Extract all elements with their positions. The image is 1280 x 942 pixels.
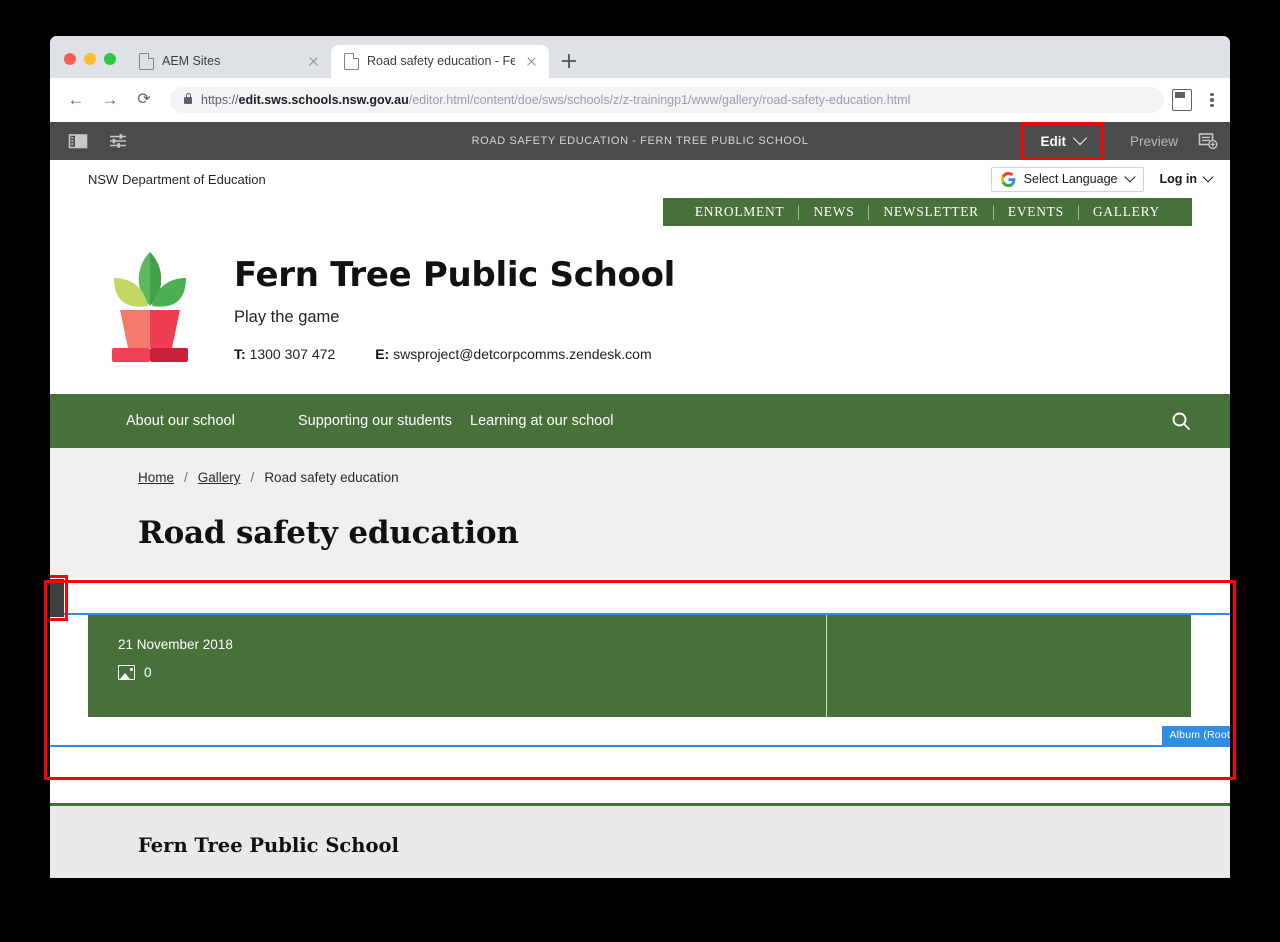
album-badge-row: Album (Root — [88, 717, 1230, 745]
image-icon — [118, 665, 135, 680]
album-count-value: 0 — [144, 665, 152, 680]
maximize-window-button[interactable] — [104, 53, 116, 65]
school-name: Fern Tree Public School — [234, 255, 675, 295]
school-identity: Fern Tree Public School Play the game T:… — [234, 248, 675, 362]
screenshot-root: AEM Sites Road safety education - Fern T… — [0, 0, 1280, 942]
chrome-menu-icon[interactable] — [1204, 90, 1220, 110]
chevron-down-icon — [1123, 171, 1136, 183]
address-bar[interactable]: https://edit.sws.schools.nsw.gov.au/edit… — [170, 87, 1164, 113]
configure-component-button[interactable] — [50, 579, 64, 617]
edit-mode-highlight: Edit — [1021, 122, 1104, 160]
close-window-button[interactable] — [64, 53, 76, 65]
aem-toolbar-left — [50, 131, 128, 151]
forward-button[interactable]: → — [96, 86, 124, 114]
reload-button[interactable]: ⟳ — [130, 86, 158, 114]
nav-item-supporting-our-students[interactable]: Supporting our students — [298, 413, 470, 430]
school-header: Fern Tree Public School Play the game T:… — [50, 226, 1230, 394]
album-tile-primary[interactable]: 21 November 2018 0 — [88, 615, 826, 717]
nav-item-learning-at-our-school[interactable]: Learning at our school — [470, 413, 642, 430]
breadcrumb-item-home[interactable]: Home — [138, 470, 174, 485]
extension-icon[interactable] — [1172, 89, 1192, 111]
breadcrumb: Home / Gallery / Road safety education — [138, 470, 1192, 485]
album-date: 21 November 2018 — [118, 637, 233, 652]
select-language-label: Select Language — [1023, 172, 1118, 186]
browser-tab-road-safety[interactable]: Road safety education - Fern T — [331, 45, 549, 78]
util-nav-item-news[interactable]: NEWS — [799, 204, 868, 220]
album-image-count: 0 — [118, 665, 826, 680]
util-nav-item-gallery[interactable]: GALLERY — [1079, 204, 1174, 220]
album-tile-secondary[interactable] — [826, 615, 1191, 717]
department-bar-right: Select Language Log in — [990, 166, 1214, 192]
chevron-down-icon — [1072, 131, 1088, 146]
component-name-badge: Album (Root — [1162, 726, 1230, 745]
school-tagline: Play the game — [234, 308, 340, 327]
email-label: E: — [375, 346, 390, 363]
email-value: swsproject@detcorpcomms.zendesk.com — [393, 346, 652, 363]
preview-button[interactable]: Preview — [1114, 134, 1194, 149]
tab-title: AEM Sites — [162, 54, 221, 68]
page-properties-icon[interactable] — [1198, 132, 1218, 150]
google-icon — [1000, 171, 1016, 187]
edit-mode-label: Edit — [1040, 133, 1066, 149]
browser-tab-strip: AEM Sites Road safety education - Fern T — [50, 36, 1230, 78]
new-tab-button[interactable] — [555, 47, 583, 75]
login-label: Log in — [1159, 172, 1198, 186]
page-icon — [344, 52, 360, 70]
school-logo-icon — [102, 248, 198, 366]
lock-icon — [184, 92, 192, 104]
minimize-window-button[interactable] — [84, 53, 96, 65]
url-scheme: https:// — [201, 93, 239, 107]
close-icon[interactable] — [305, 54, 321, 70]
department-label: NSW Department of Education — [88, 171, 266, 187]
school-contact: T: 1300 307 472 E: swsproject@detcorpcom… — [234, 346, 675, 362]
site-content: NSW Department of Education Select Langu… — [50, 160, 1230, 878]
close-icon[interactable] — [523, 54, 539, 70]
breadcrumb-separator: / — [250, 470, 255, 485]
album-component-zone: 21 November 2018 0 Album (Root — [50, 575, 1230, 781]
url-path: /editor.html/content/doe/sws/schools/z/z… — [408, 93, 911, 107]
back-button[interactable]: ← — [62, 86, 90, 114]
department-bar: NSW Department of Education Select Langu… — [50, 160, 1230, 198]
phone-label: T: — [234, 346, 246, 363]
album-component[interactable]: 21 November 2018 0 Album (Root — [50, 575, 1230, 747]
aem-editor-toolbar: ROAD SAFETY EDUCATION - FERN TREE PUBLIC… — [50, 122, 1230, 160]
footer-spacer — [50, 781, 1230, 803]
breadcrumb-separator: / — [184, 470, 188, 485]
browser-toolbar: ← → ⟳ https://edit.sws.schools.nsw.gov.a… — [50, 78, 1230, 122]
page-title: Road safety education — [138, 515, 519, 551]
utility-nav-wrapper: ENROLMENT NEWS NEWSLETTER EVENTS GALLERY — [50, 198, 1230, 226]
url-host: edit.sws.schools.nsw.gov.au — [238, 93, 409, 107]
util-nav-item-enrolment[interactable]: ENROLMENT — [681, 204, 799, 220]
util-nav-item-newsletter[interactable]: NEWSLETTER — [869, 204, 992, 220]
footer-school-name: Fern Tree Public School — [138, 834, 399, 857]
main-navigation: About our school Supporting our students… — [50, 394, 1230, 448]
nav-item-about-our-school[interactable]: About our school — [126, 413, 298, 430]
browser-tab-aem-sites[interactable]: AEM Sites — [126, 45, 331, 78]
tab-title: Road safety education - Fern T — [367, 54, 515, 68]
chevron-down-icon — [1202, 171, 1214, 183]
select-language-dropdown[interactable]: Select Language — [990, 166, 1144, 192]
edit-mode-button[interactable]: Edit — [1024, 125, 1101, 157]
sidebar-panel-icon[interactable] — [68, 131, 88, 151]
breadcrumb-band: Home / Gallery / Road safety education R… — [50, 448, 1230, 577]
album-bottom-spacer — [50, 747, 1230, 781]
window-traffic-lights — [50, 53, 126, 78]
aem-toolbar-right: Edit Preview — [1021, 122, 1230, 160]
breadcrumb-item-current: Road safety education — [264, 470, 399, 485]
util-nav-item-events[interactable]: EVENTS — [994, 204, 1078, 220]
login-menu[interactable]: Log in — [1159, 171, 1214, 186]
page-icon — [139, 52, 155, 70]
site-footer: Fern Tree Public School — [50, 803, 1230, 878]
breadcrumb-item-gallery[interactable]: Gallery — [198, 470, 241, 485]
search-icon[interactable] — [1170, 410, 1192, 432]
school-phone: T: 1300 307 472 — [234, 346, 335, 362]
utility-nav: ENROLMENT NEWS NEWSLETTER EVENTS GALLERY — [662, 198, 1192, 226]
phone-value: 1300 307 472 — [249, 346, 336, 363]
album-tiles: 21 November 2018 0 — [88, 615, 1192, 717]
album-top-spacer — [50, 577, 1230, 613]
school-email: E: swsproject@detcorpcomms.zendesk.com — [375, 346, 651, 362]
sliders-icon[interactable] — [108, 131, 128, 151]
browser-window: AEM Sites Road safety education - Fern T… — [50, 36, 1230, 878]
